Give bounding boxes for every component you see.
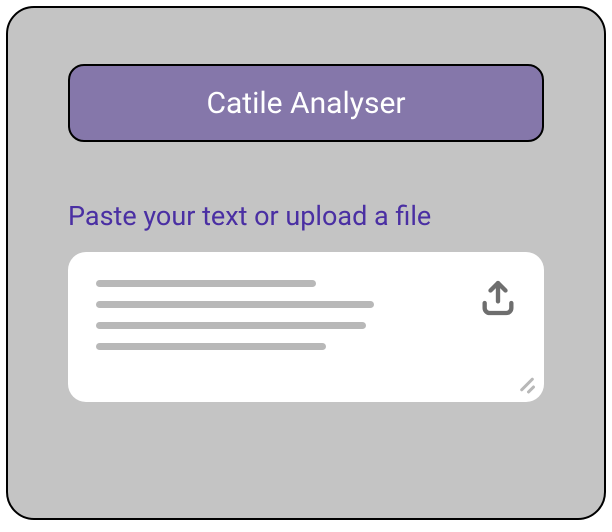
placeholder-lines [96, 280, 464, 350]
placeholder-line [96, 322, 366, 329]
resize-handle[interactable] [516, 374, 534, 392]
app-title: Catile Analyser [206, 86, 405, 121]
input-prompt-label: Paste your text or upload a file [68, 200, 544, 232]
text-input-area[interactable] [68, 252, 544, 402]
upload-icon[interactable] [476, 276, 520, 320]
placeholder-line [96, 280, 316, 287]
placeholder-line [96, 301, 374, 308]
title-bar: Catile Analyser [68, 64, 544, 142]
app-panel: Catile Analyser Paste your text or uploa… [6, 6, 606, 520]
placeholder-line [96, 343, 326, 350]
